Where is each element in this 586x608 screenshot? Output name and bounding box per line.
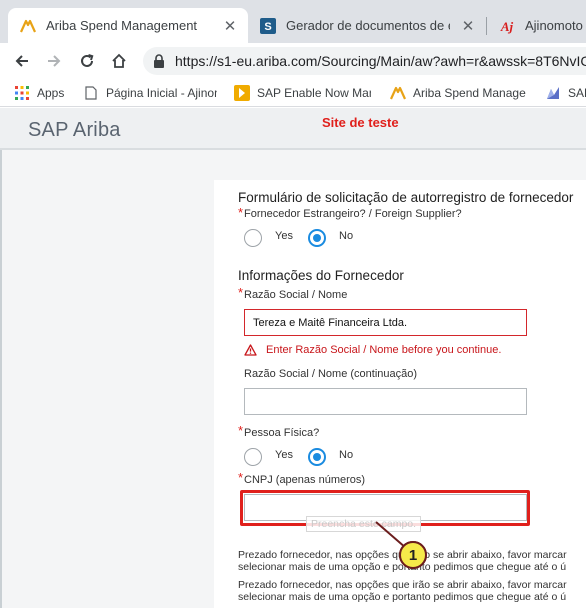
tab-ajinomoto[interactable]: Aj Ajinomoto do Brasil — [487, 8, 586, 43]
info-paragraph-line: Prezado fornecedor, nas opções que irão … — [238, 579, 567, 591]
sap-ariba-logo: SAP Ariba — [28, 119, 121, 141]
page-icon — [83, 85, 99, 101]
pessoa-fisica-yes-radio[interactable] — [244, 448, 262, 466]
radio-label-no: No — [339, 449, 354, 461]
svg-text:S: S — [264, 21, 271, 33]
required-marker: * — [238, 423, 244, 438]
bookmark-ariba-spend-management[interactable]: Ariba Spend Management — [390, 83, 526, 103]
required-marker: * — [238, 285, 244, 300]
bookmarks-bar: Apps Página Inicial - Ajinomoto SAP Enab… — [0, 79, 586, 107]
tab-gerador-documentos[interactable]: S Gerador de documentos de empresa ✕ — [248, 8, 486, 43]
content-left-border — [0, 150, 2, 608]
browser-tab-strip: Ariba Spend Management ✕ S Gerador de do… — [0, 0, 586, 43]
bookmark-label: Apps — [37, 86, 65, 100]
pessoa-fisica-no-radio[interactable] — [308, 448, 326, 466]
bookmark-pagina-inicial[interactable]: Página Inicial - Ajinomoto — [83, 83, 217, 103]
tab-ariba-spend-management[interactable]: Ariba Spend Management ✕ — [8, 8, 248, 43]
radio-label-yes: Yes — [275, 449, 293, 461]
sap-icon — [545, 85, 561, 101]
bookmark-label: SAP — [568, 86, 586, 100]
warning-triangle-icon — [244, 343, 257, 361]
tab-title: Ajinomoto do Brasil — [525, 18, 586, 33]
razao-social-error-message: Enter Razão Social / Nome before you con… — [266, 344, 502, 356]
bookmark-apps[interactable]: Apps — [14, 83, 74, 103]
sap-enable-now-icon — [234, 85, 250, 101]
razao-social-cont-input[interactable] — [244, 388, 527, 415]
supplier-info-heading: Informações do Fornecedor — [238, 268, 404, 283]
close-tab-icon[interactable]: ✕ — [220, 16, 240, 36]
url-text: https://s1-eu.ariba.com/Sourcing/Main/aw… — [175, 53, 586, 69]
required-marker: * — [238, 470, 244, 485]
back-arrow-icon[interactable] — [8, 47, 36, 75]
browser-toolbar: https://s1-eu.ariba.com/Sourcing/Main/aw… — [0, 43, 586, 79]
form-title: Formulário de solicitação de autorregist… — [238, 190, 574, 205]
radio-label-yes: Yes — [275, 230, 293, 242]
svg-text:Aj: Aj — [500, 19, 514, 34]
close-tab-icon[interactable]: ✕ — [458, 16, 478, 36]
reload-icon[interactable] — [73, 47, 101, 75]
apps-grid-icon — [14, 85, 30, 101]
razao-social-input[interactable]: Tereza e Maitê Financeira Ltda. — [244, 309, 527, 336]
tab-title: Gerador de documentos de empresa — [286, 18, 450, 33]
bookmark-label: SAP Enable Now Manager — [257, 86, 371, 100]
required-marker: * — [238, 205, 244, 220]
cnpj-label: CNPJ (apenas números) — [244, 474, 366, 486]
ajinomoto-favicon-icon: Aj — [499, 18, 515, 34]
bookmark-sap[interactable]: SAP — [545, 83, 586, 103]
ariba-favicon-icon — [20, 18, 36, 34]
forward-arrow-icon[interactable] — [40, 47, 68, 75]
app-header: SAP Ariba Site de teste — [0, 108, 586, 150]
razao-social-label: Razão Social / Nome — [244, 289, 348, 301]
lock-icon — [153, 54, 165, 68]
tab-title: Ariba Spend Management — [46, 18, 198, 33]
test-site-label: Site de teste — [322, 115, 399, 130]
bookmark-label: Ariba Spend Management — [413, 86, 526, 100]
foreign-supplier-no-radio[interactable] — [308, 229, 326, 247]
home-icon[interactable] — [105, 47, 133, 75]
ariba-icon — [390, 85, 406, 101]
generator-favicon-icon: S — [260, 17, 276, 34]
foreign-supplier-label: Fornecedor Estrangeiro? / Foreign Suppli… — [244, 208, 462, 220]
razao-social-cont-label: Razão Social / Nome (continuação) — [244, 368, 418, 380]
radio-label-no: No — [339, 230, 354, 242]
info-paragraph-line: selecionar mais de uma opção e portanto … — [238, 591, 567, 603]
address-bar[interactable]: https://s1-eu.ariba.com/Sourcing/Main/aw… — [143, 47, 586, 75]
foreign-supplier-yes-radio[interactable] — [244, 229, 262, 247]
bookmark-label: Página Inicial - Ajinomoto — [106, 86, 217, 100]
pessoa-fisica-label: Pessoa Física? — [244, 427, 320, 439]
step-callout-badge-front: 1 — [399, 541, 427, 569]
bookmark-sap-enable-now[interactable]: SAP Enable Now Manager — [234, 83, 371, 103]
